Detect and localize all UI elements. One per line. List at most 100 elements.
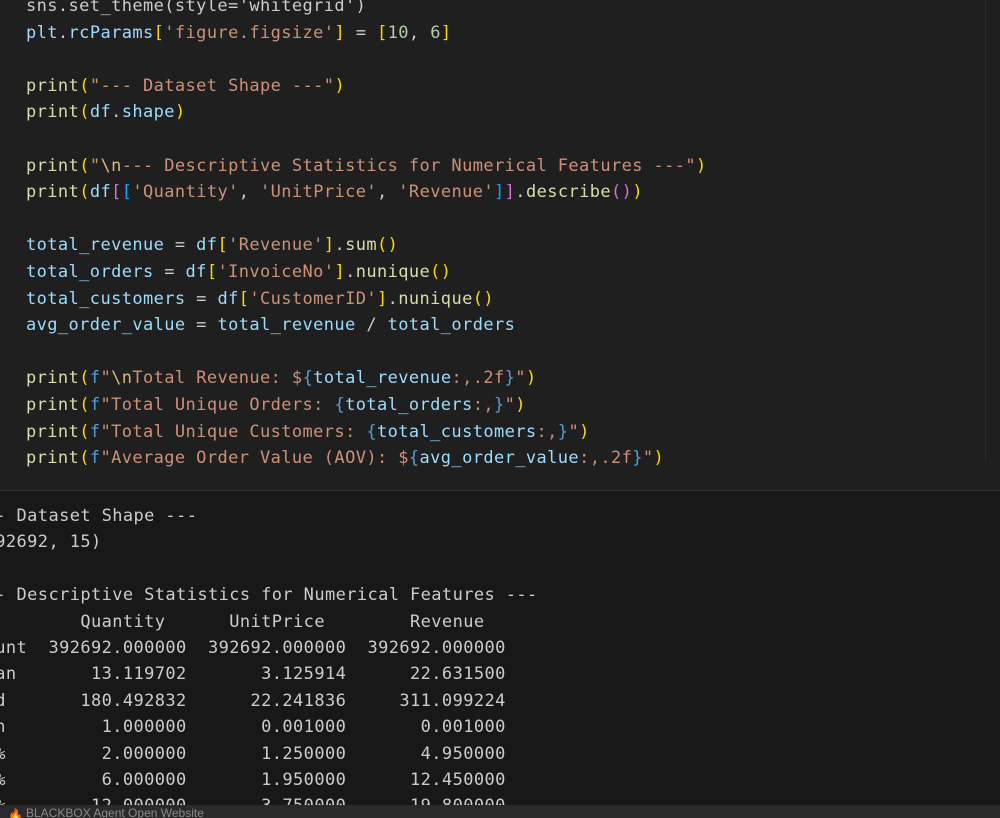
code-token: ) — [525, 368, 537, 389]
code-token: 'Revenue' — [228, 235, 324, 256]
code-token: = — [153, 262, 186, 282]
code-token: ] — [504, 182, 516, 203]
code-token: ] — [334, 262, 346, 282]
code-token: = — [345, 22, 377, 43]
code-token: print — [26, 395, 80, 415]
code-line[interactable]: print(f"Total Unique Orders: {total_orde… — [26, 392, 526, 418]
code-token: :,.2f — [579, 448, 633, 469]
code-cell[interactable]: sns.set_theme(style='whitegrid') plt.rcPa… — [0, 0, 1000, 490]
code-token: } — [557, 421, 569, 442]
code-token: total_revenue — [313, 368, 452, 389]
output-line: std 180.492832 22.241836 311.099224 — [0, 690, 506, 711]
code-token: 10 — [387, 22, 409, 43]
code-token: { — [366, 421, 377, 442]
status-bar-text[interactable]: BLACKBOX Agent Open Website — [26, 805, 204, 818]
code-token: ] — [440, 22, 452, 43]
code-token: () — [377, 235, 399, 256]
code-token: sum — [345, 235, 377, 256]
code-token: df — [217, 288, 239, 309]
code-token: ) — [653, 448, 665, 469]
code-token: } — [632, 448, 643, 469]
code-token: nunique — [355, 262, 431, 282]
code-token: 'InvoiceNo' — [217, 262, 335, 282]
code-token: f — [89, 368, 101, 389]
cell-output: --- Dataset Shape --- (392692, 15) --- Des… — [0, 491, 1000, 805]
flame-icon[interactable]: 🔥 — [8, 808, 23, 818]
code-token: . — [111, 102, 122, 123]
code-token: ] — [376, 288, 388, 309]
code-line[interactable]: avg_order_value = total_revenue / total_… — [26, 312, 515, 338]
code-token: ( — [79, 75, 90, 96]
code-token: "Average Order Value (AOV): $ — [100, 448, 409, 469]
code-token: " — [100, 368, 112, 389]
code-token: 'UnitPrice' — [260, 182, 378, 203]
code-line[interactable]: sns.set_theme(style='whitegrid') — [26, 0, 366, 19]
code-line[interactable]: print("--- Dataset Shape ---") — [26, 73, 345, 99]
code-line[interactable]: print(f"Average Order Value (AOV): ${avg… — [26, 445, 664, 471]
output-line: --- Dataset Shape --- — [0, 506, 198, 526]
code-token: { — [302, 368, 314, 389]
code-token: \n — [100, 155, 122, 176]
code-token: :, — [536, 421, 558, 442]
code-token: [ — [206, 262, 218, 282]
code-token: avg_order_value — [26, 315, 186, 336]
code-line[interactable]: print(f"\nTotal Revenue: ${total_revenue… — [26, 365, 537, 391]
code-token: ) — [515, 395, 526, 415]
code-token: print — [26, 368, 80, 389]
code-token: . — [515, 182, 526, 203]
code-token: ) — [579, 421, 590, 442]
output-line: (392692, 15) — [0, 532, 102, 553]
code-token: "--- Dataset Shape ---" — [89, 75, 335, 96]
code-token: 6 — [430, 22, 441, 43]
code-line[interactable]: total_orders = df['InvoiceNo'].nunique() — [26, 259, 451, 285]
code-token: df — [185, 262, 207, 282]
code-token: print — [26, 182, 80, 203]
code-token: :,.2f — [451, 368, 505, 389]
code-token: \n — [111, 368, 133, 389]
code-token: () — [472, 288, 494, 309]
code-token: } — [504, 368, 516, 389]
code-token: print — [26, 75, 80, 96]
code-line[interactable]: print(df[['Quantity', 'UnitPrice', 'Reve… — [26, 179, 643, 205]
code-token: () — [611, 182, 633, 203]
code-token: . — [387, 288, 399, 309]
code-token: 'CustomerID' — [249, 288, 377, 309]
code-token: total_customers — [26, 288, 186, 309]
code-token: " — [568, 421, 580, 442]
code-line[interactable]: print(f"Total Unique Customers: {total_c… — [26, 419, 590, 445]
code-token: ] — [494, 182, 505, 203]
code-token: [ — [111, 182, 122, 203]
code-token: nunique — [398, 288, 473, 309]
code-token: ( — [79, 368, 90, 389]
code-token: total_revenue — [26, 235, 165, 256]
code-token: = — [164, 235, 197, 256]
code-token: print — [26, 155, 80, 176]
code-token: , — [238, 182, 261, 203]
code-token: Total Revenue: $ — [132, 368, 303, 389]
code-token: ) — [174, 102, 186, 123]
code-token: / — [355, 315, 388, 336]
cell-scrollbar[interactable] — [985, 0, 1000, 462]
code-token: 'figure.figsize' — [164, 22, 335, 43]
code-line[interactable]: print("\n--- Descriptive Statistics for … — [26, 153, 707, 179]
code-token: [ — [153, 22, 165, 43]
code-line[interactable]: total_customers = df['CustomerID'].nuniq… — [26, 286, 494, 312]
code-token: ( — [79, 421, 90, 442]
code-token: ] — [323, 235, 335, 256]
code-token: " — [504, 395, 516, 415]
code-line[interactable]: plt.rcParams['figure.figsize'] = [10, 6] — [26, 20, 451, 46]
code-token: { — [334, 395, 346, 415]
code-token: total_orders — [26, 262, 154, 282]
code-token: f — [89, 395, 101, 415]
code-token: f — [89, 421, 101, 442]
status-bar: 🔥 BLACKBOX Agent Open Website — [0, 805, 1000, 818]
code-line[interactable]: print(df.shape) — [26, 99, 186, 125]
code-token: , — [408, 22, 431, 43]
code-token: = — [185, 315, 218, 336]
code-line[interactable]: total_revenue = df['Revenue'].sum() — [26, 232, 398, 258]
code-token: "Total Unique Customers: — [100, 421, 367, 442]
code-token: ( — [79, 155, 90, 176]
code-token: = — [185, 288, 218, 309]
output-line: --- Descriptive Statistics for Numerical… — [0, 585, 538, 606]
output-line: 25% 2.000000 1.250000 4.950000 — [0, 743, 506, 764]
